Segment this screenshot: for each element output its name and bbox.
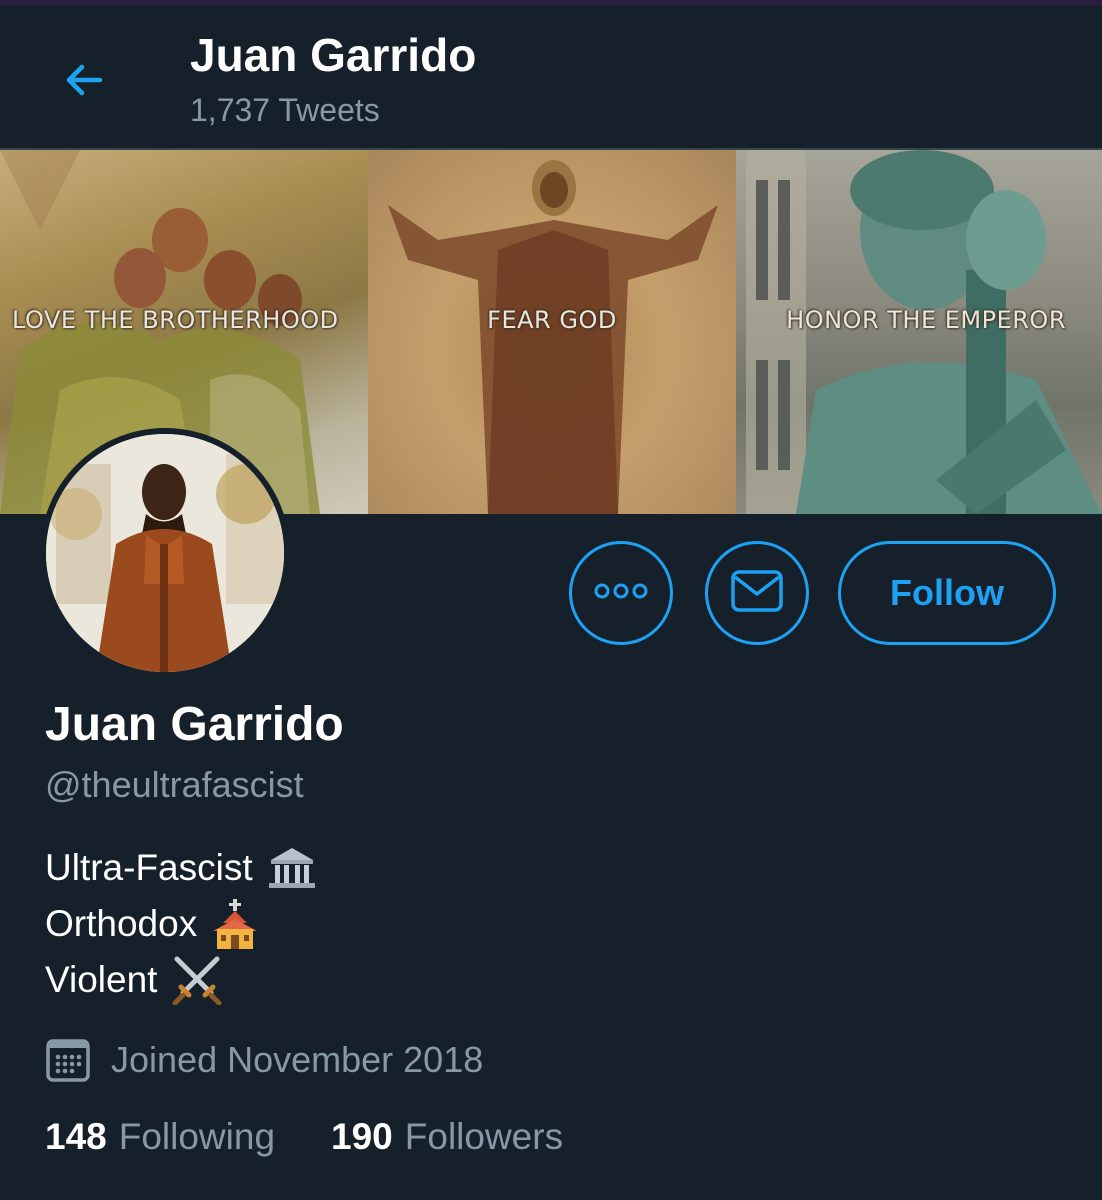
following-count: 148: [45, 1116, 107, 1157]
bio-text: Violent: [45, 959, 158, 1000]
church-icon: [211, 899, 259, 949]
followers-stat[interactable]: 190 Followers: [331, 1116, 563, 1158]
bio-line: Violent: [45, 952, 317, 1008]
banner-caption-god: FEAR GOD: [487, 306, 617, 334]
profile-handle: @theultrafascist: [45, 764, 304, 805]
bio-line: Orthodox: [45, 896, 317, 952]
bio-line: Ultra-Fascist: [45, 840, 317, 896]
bio-text: Ultra-Fascist: [45, 847, 253, 888]
banner-panel-emperor: HONOR THE EMPEROR: [736, 150, 1102, 514]
calendar-icon: [45, 1037, 91, 1083]
joined-date: Joined November 2018: [45, 1034, 483, 1086]
following-stat[interactable]: 148 Following: [45, 1116, 275, 1158]
more-button[interactable]: [569, 541, 673, 645]
bio-text: Orthodox: [45, 903, 198, 944]
profile-header-bar: Juan Garrido 1,737 Tweets: [0, 6, 1102, 150]
avatar-image: [46, 434, 284, 672]
classical-building-icon: [267, 846, 317, 890]
following-label: Following: [118, 1116, 276, 1157]
tweets-count: 1,737 Tweets: [190, 92, 380, 128]
avatar[interactable]: [40, 428, 290, 678]
follow-button[interactable]: Follow: [838, 541, 1056, 645]
banner-panel-god: FEAR GOD: [368, 150, 736, 514]
header-title: Juan Garrido: [190, 29, 477, 81]
arrow-left-icon: [60, 56, 108, 109]
joined-text: Joined November 2018: [111, 1039, 484, 1080]
followers-count: 190: [331, 1116, 393, 1157]
more-horizontal-icon: [593, 581, 649, 606]
profile-bio: Ultra-Fascist Orthodox Violent: [45, 840, 317, 1008]
banner-caption-emperor: HONOR THE EMPEROR: [786, 306, 1066, 334]
follow-stats: 148 Following 190 Followers: [45, 1116, 619, 1158]
message-button[interactable]: [705, 541, 809, 645]
followers-label: Followers: [404, 1116, 564, 1157]
envelope-icon: [730, 569, 784, 618]
profile-name: Juan Garrido: [45, 698, 344, 751]
back-button[interactable]: [52, 50, 116, 114]
crossed-swords-icon: [171, 955, 223, 1005]
banner-caption-brotherhood: LOVE THE BROTHERHOOD: [12, 306, 339, 334]
